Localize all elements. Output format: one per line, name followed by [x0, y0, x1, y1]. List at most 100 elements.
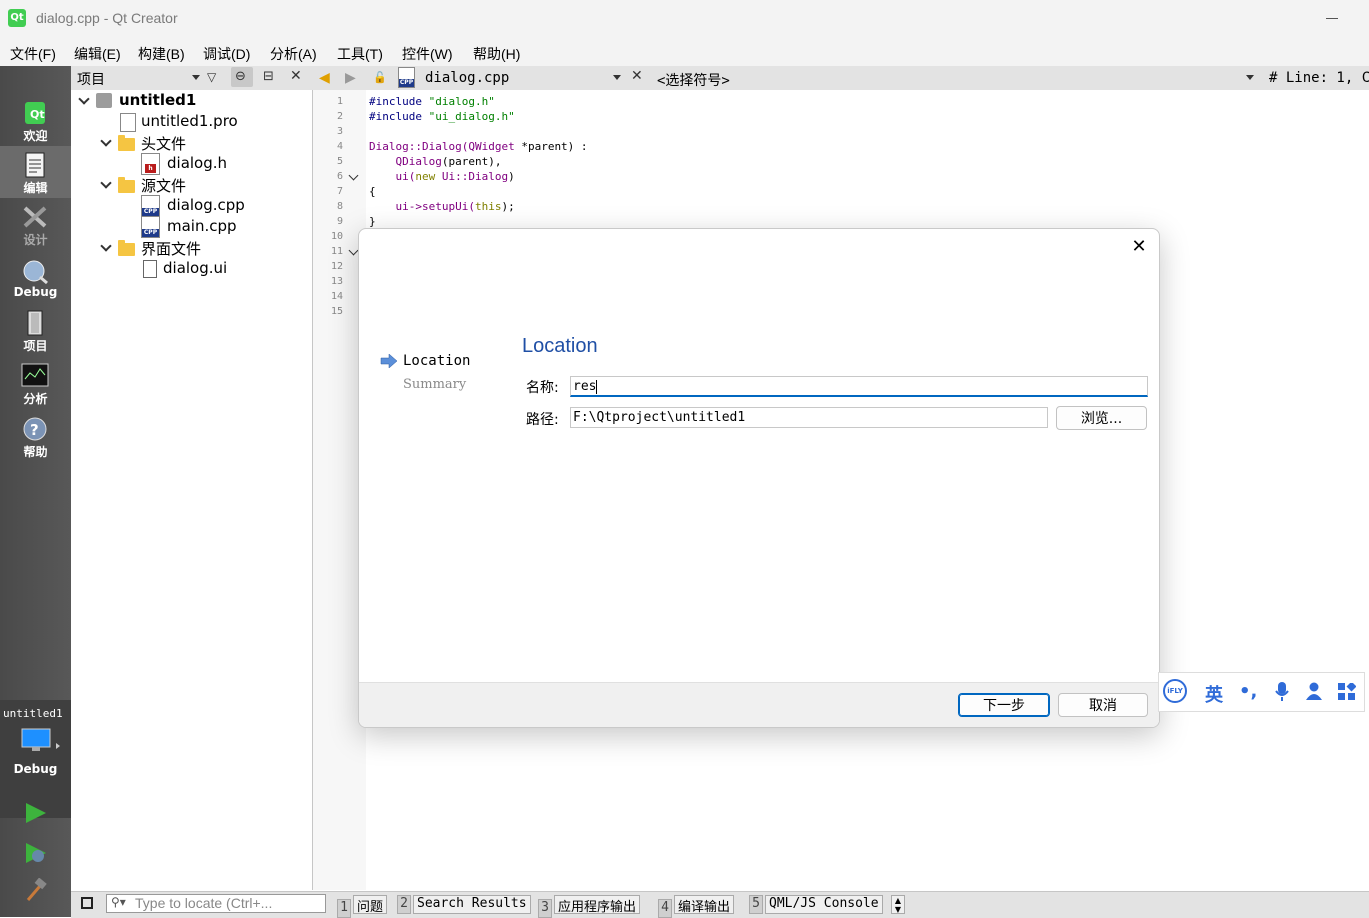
code-token: "ui_dialog.h" — [428, 110, 515, 123]
project-pane-toolbar: 项目 ▽ ⊖ ⊟ ✕ — [71, 66, 313, 91]
symbol-selector[interactable]: <选择符号> — [657, 70, 730, 90]
close-icon[interactable]: ✕ — [290, 68, 302, 84]
next-button[interactable]: 下一步 — [958, 693, 1050, 717]
name-field[interactable]: res — [570, 376, 1148, 397]
folder-icon — [118, 177, 135, 193]
code-token: ui( — [369, 170, 416, 183]
current-step-arrow-icon — [380, 353, 398, 372]
mode-debug[interactable]: Debug — [0, 252, 71, 304]
code-token: #include — [369, 95, 429, 108]
menu-build[interactable]: 构建(B) — [138, 44, 185, 64]
line-number: 13 — [330, 276, 343, 287]
menu-widgets[interactable]: 控件(W) — [402, 44, 453, 64]
split-icon[interactable]: ⊟ — [263, 69, 274, 84]
open-file-selector[interactable]: dialog.cpp — [425, 70, 509, 86]
line-column-indicator[interactable]: # Line: 1, C — [1269, 70, 1369, 86]
tree-item-main-cpp[interactable]: main.cpp — [167, 217, 237, 235]
project-view-selector[interactable]: 项目 — [77, 69, 105, 89]
line-number: 14 — [330, 291, 343, 302]
dialog-close-button[interactable]: ✕ — [1129, 237, 1149, 257]
chevron-down-icon[interactable] — [100, 179, 110, 189]
code-token: #include — [369, 110, 429, 123]
chevron-down-icon[interactable] — [78, 95, 88, 105]
tree-folder-sources[interactable]: 源文件 — [141, 175, 186, 196]
code-token: new — [415, 170, 436, 183]
code-token: } — [369, 215, 376, 228]
tree-item-dialog-h[interactable]: dialog.h — [167, 154, 227, 172]
header-file-icon: h — [141, 153, 160, 175]
output-tab-search-results[interactable]: 2 Search Results — [397, 895, 531, 914]
projects-icon — [21, 310, 49, 336]
chevron-down-icon[interactable] — [100, 137, 110, 147]
menu-file[interactable]: 文件(F) — [10, 44, 56, 64]
wizard-step-location: Location — [403, 353, 471, 369]
tree-item-dialog-cpp[interactable]: dialog.cpp — [167, 196, 245, 214]
minimize-button[interactable] — [1320, 8, 1344, 28]
line-number: 15 — [330, 306, 343, 317]
tree-folder-forms[interactable]: 界面文件 — [141, 238, 201, 259]
line-number: 1 — [336, 96, 343, 107]
line-number: 9 — [336, 216, 343, 227]
mode-edit[interactable]: 编辑 — [0, 146, 71, 198]
chevron-down-icon[interactable] — [100, 242, 110, 252]
tree-folder-headers[interactable]: 头文件 — [141, 133, 186, 154]
output-tab-compile-output[interactable]: 4 编译输出 — [658, 895, 735, 918]
mode-welcome[interactable]: Qt 欢迎 — [0, 94, 71, 146]
menu-tools[interactable]: 工具(T) — [337, 44, 383, 64]
apps-grid-icon[interactable] — [1338, 681, 1357, 705]
output-tab-app-output[interactable]: 3 应用程序输出 — [538, 895, 641, 918]
microphone-icon[interactable] — [1275, 682, 1289, 706]
path-field[interactable]: F:\Qtproject\untitled1 — [570, 407, 1048, 428]
fold-chevron-icon[interactable] — [348, 245, 359, 256]
line-number: 10 — [330, 231, 343, 242]
line-number: 4 — [336, 141, 343, 152]
cancel-button[interactable]: 取消 — [1058, 693, 1148, 717]
debug-bug-icon — [21, 258, 49, 285]
code-token: { — [369, 185, 376, 198]
menu-debug[interactable]: 调试(D) — [203, 44, 250, 64]
user-icon[interactable] — [1306, 682, 1322, 704]
ui-form-file-icon — [143, 260, 157, 278]
mode-analyze[interactable]: 分析 — [0, 357, 71, 409]
mode-projects[interactable]: 项目 — [0, 304, 71, 356]
run-button[interactable] — [24, 801, 48, 829]
mode-design[interactable]: 设计 — [0, 198, 71, 250]
tree-item-dialog-ui[interactable]: dialog.ui — [163, 259, 227, 277]
filter-icon[interactable]: ▽ — [207, 70, 216, 84]
qt-logo-icon: Qt — [8, 9, 26, 27]
menu-analyze[interactable]: 分析(A) — [270, 44, 317, 64]
code-token: ) — [508, 170, 515, 183]
back-arrow-icon[interactable]: ◀ — [319, 70, 330, 86]
close-document-icon[interactable]: ✕ — [631, 68, 643, 84]
forward-arrow-icon[interactable]: ▶ — [345, 70, 356, 86]
pro-file-icon — [120, 113, 136, 132]
code-token: "dialog.h" — [428, 95, 495, 108]
text-cursor — [596, 379, 598, 394]
menu-help[interactable]: 帮助(H) — [473, 44, 520, 64]
cpp-file-icon: CPP — [141, 195, 160, 217]
ime-language-toggle[interactable]: 英 — [1205, 681, 1223, 707]
output-tab-qml-console[interactable]: 5 QML/JS Console — [749, 895, 883, 914]
title-bar: Qt dialog.cpp - Qt Creator — [0, 0, 1369, 38]
locator-input[interactable]: ⚲▾ Type to locate (Ctrl+... — [106, 894, 326, 913]
ifly-logo-icon[interactable]: iFLY — [1163, 679, 1187, 703]
tab-label: 问题 — [353, 895, 388, 915]
debug-run-button[interactable] — [24, 841, 48, 869]
more-tabs-spinner-icon[interactable]: ▲ ▼ — [891, 895, 905, 914]
menu-edit[interactable]: 编辑(E) — [74, 44, 121, 64]
lock-icon: 🔓 — [373, 71, 387, 84]
fold-chevron-icon[interactable] — [348, 170, 359, 181]
toggle-sidebar-icon[interactable] — [81, 897, 93, 909]
tab-number: 3 — [538, 899, 552, 918]
build-hammer-icon[interactable] — [24, 877, 48, 906]
tree-item-pro-file[interactable]: untitled1.pro — [141, 112, 238, 130]
punctuation-icon[interactable]: •, — [1239, 681, 1257, 702]
tab-number: 2 — [397, 895, 411, 914]
browse-button[interactable]: 浏览... — [1056, 406, 1147, 430]
project-root[interactable]: untitled1 — [119, 91, 196, 109]
svg-text:Qt: Qt — [30, 108, 45, 121]
code-token: Dialog::Dialog( — [369, 140, 469, 153]
ime-toolbar: iFLY 英 •, — [1158, 672, 1365, 712]
output-tab-issues[interactable]: 1 问题 — [337, 895, 388, 918]
mode-help[interactable]: ? 帮助 — [0, 410, 71, 462]
